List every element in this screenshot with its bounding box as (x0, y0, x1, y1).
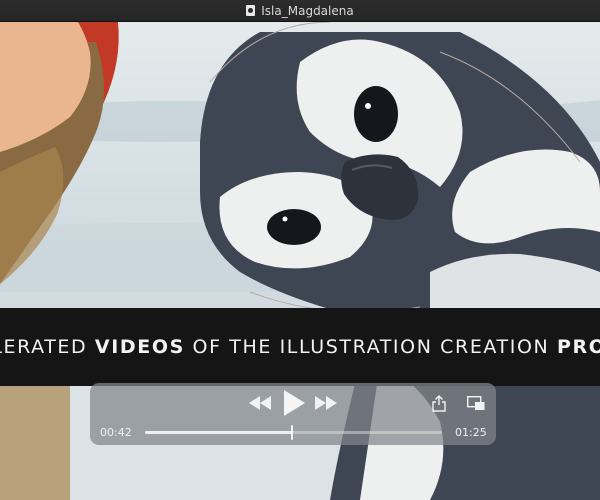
caption-text: ACCELERATED VIDEOS OF THE ILLUSTRATION C… (0, 336, 600, 358)
video-player-window: Isla_Magdalena ERATED VIDEOS OF THE ILLU… (0, 0, 600, 500)
caption-part: PROCESS (556, 336, 600, 358)
caption-part: ACCELERATED (0, 336, 88, 358)
total-time: 01:25 (455, 426, 487, 439)
rewind-icon (249, 396, 271, 410)
fast-forward-icon (315, 396, 337, 410)
share-icon (432, 394, 446, 412)
window-title: Isla_Magdalena (261, 3, 354, 18)
title-bar: Isla_Magdalena (0, 0, 600, 22)
picture-in-picture-icon (467, 395, 485, 410)
scrubber-handle[interactable] (291, 425, 293, 440)
scrubber-track[interactable] (145, 425, 442, 440)
picture-in-picture-button[interactable] (465, 393, 487, 413)
play-icon (284, 390, 305, 416)
play-button[interactable] (280, 389, 308, 417)
current-time: 00:42 (100, 426, 132, 439)
rewind-button[interactable] (248, 394, 272, 412)
caption-band: ACCELERATED VIDEOS OF THE ILLUSTRATION C… (0, 308, 600, 386)
scrubber-progress (145, 431, 292, 434)
playback-controls: 00:42 01:25 (90, 383, 496, 445)
fast-forward-button[interactable] (314, 394, 338, 412)
document-icon (246, 5, 256, 16)
share-button[interactable] (430, 393, 448, 413)
caption-part: OF THE ILLUSTRATION CREATION (184, 336, 557, 358)
caption-part: VIDEOS (94, 336, 185, 358)
